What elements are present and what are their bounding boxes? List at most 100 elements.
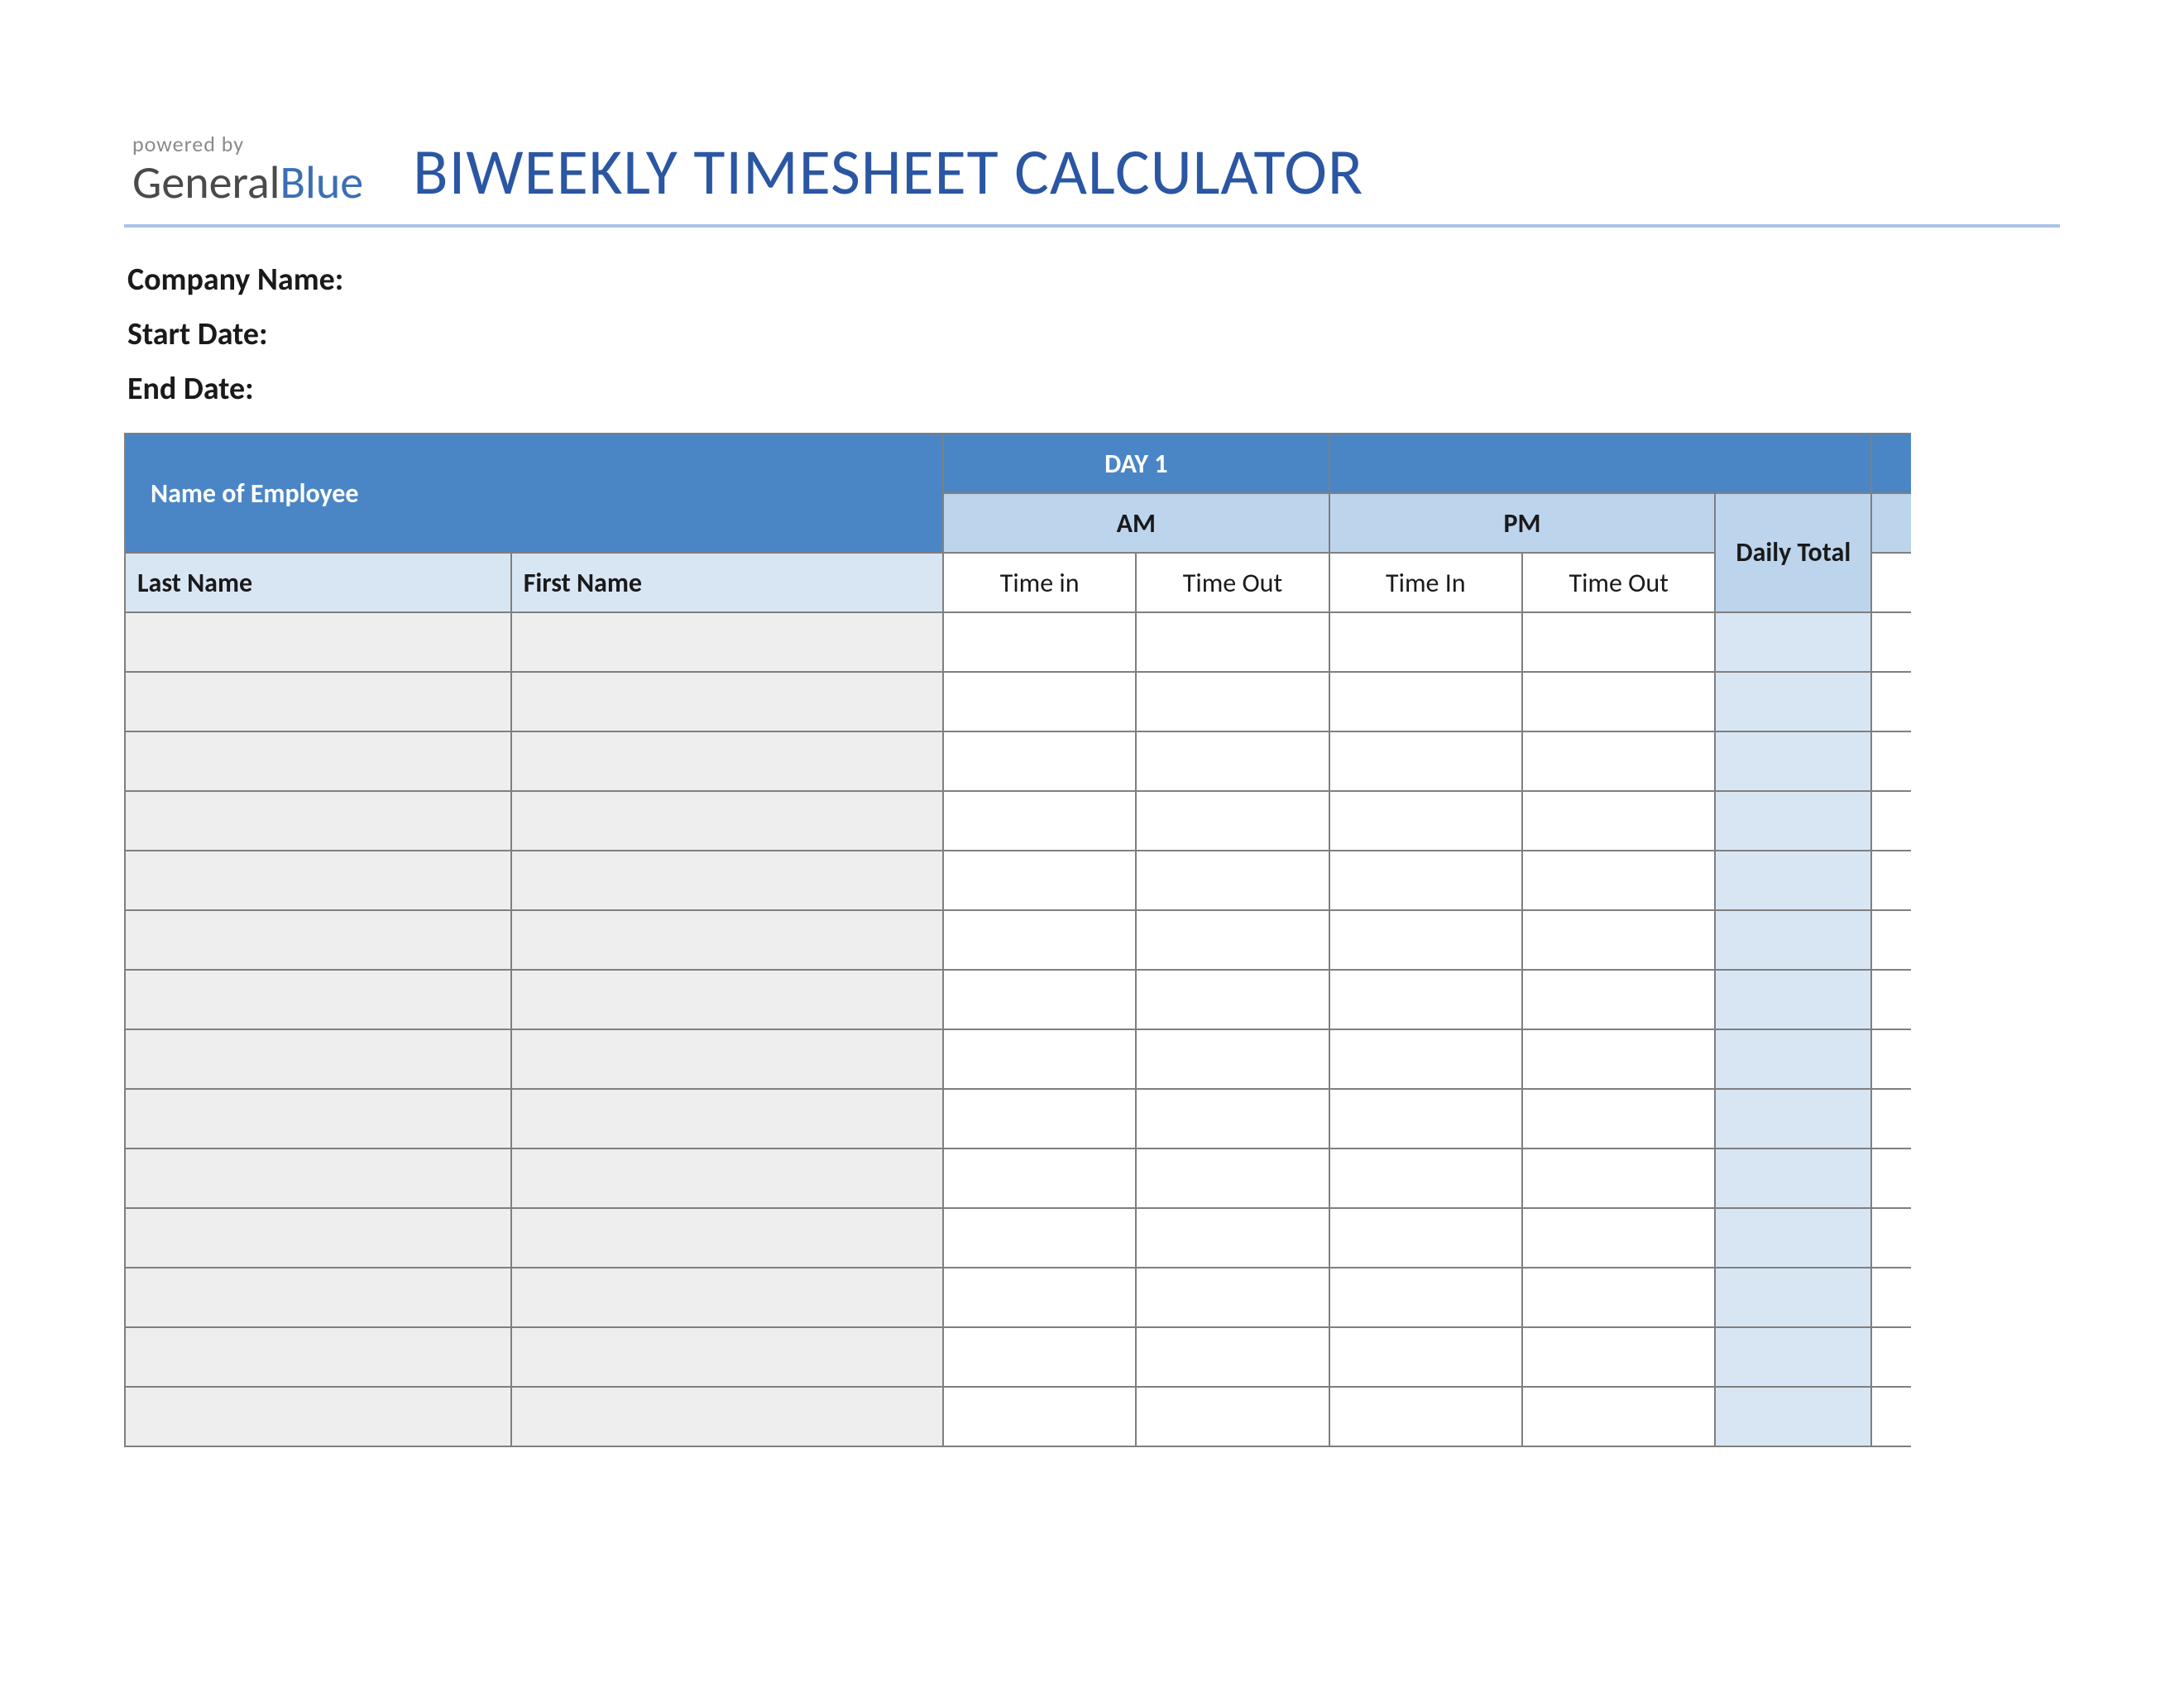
last-name-cell[interactable] bbox=[125, 791, 511, 851]
last-name-cell[interactable] bbox=[125, 1208, 511, 1268]
last-name-cell[interactable] bbox=[125, 910, 511, 970]
pm-time-out-cell[interactable] bbox=[1522, 791, 1715, 851]
pm-time-in-cell[interactable] bbox=[1329, 672, 1522, 731]
am2-time-in-cell[interactable] bbox=[1871, 612, 1911, 672]
last-name-cell[interactable] bbox=[125, 672, 511, 731]
last-name-cell[interactable] bbox=[125, 1029, 511, 1089]
pm-time-in-cell[interactable] bbox=[1329, 791, 1522, 851]
am-time-out-cell[interactable] bbox=[1136, 1268, 1329, 1327]
am-time-in-cell[interactable] bbox=[943, 731, 1136, 791]
pm-time-in-cell[interactable] bbox=[1329, 910, 1522, 970]
daily-total-cell[interactable] bbox=[1715, 851, 1871, 910]
am-time-out-cell[interactable] bbox=[1136, 851, 1329, 910]
pm-time-out-cell[interactable] bbox=[1522, 1387, 1715, 1446]
first-name-cell[interactable] bbox=[511, 791, 943, 851]
first-name-cell[interactable] bbox=[511, 851, 943, 910]
am-time-out-cell[interactable] bbox=[1136, 1149, 1329, 1208]
pm-time-out-cell[interactable] bbox=[1522, 851, 1715, 910]
am-time-out-cell[interactable] bbox=[1136, 731, 1329, 791]
pm-time-in-cell[interactable] bbox=[1329, 731, 1522, 791]
am2-time-in-cell[interactable] bbox=[1871, 1387, 1911, 1446]
pm-time-out-cell[interactable] bbox=[1522, 1268, 1715, 1327]
am-time-out-cell[interactable] bbox=[1136, 1029, 1329, 1089]
pm-time-out-cell[interactable] bbox=[1522, 1149, 1715, 1208]
pm-time-in-cell[interactable] bbox=[1329, 1149, 1522, 1208]
first-name-cell[interactable] bbox=[511, 672, 943, 731]
am2-time-in-cell[interactable] bbox=[1871, 851, 1911, 910]
am2-time-in-cell[interactable] bbox=[1871, 1327, 1911, 1387]
am-time-in-cell[interactable] bbox=[943, 1149, 1136, 1208]
daily-total-cell[interactable] bbox=[1715, 1149, 1871, 1208]
am2-time-in-cell[interactable] bbox=[1871, 1029, 1911, 1089]
pm-time-out-cell[interactable] bbox=[1522, 731, 1715, 791]
pm-time-out-cell[interactable] bbox=[1522, 672, 1715, 731]
first-name-cell[interactable] bbox=[511, 1387, 943, 1446]
daily-total-cell[interactable] bbox=[1715, 1327, 1871, 1387]
daily-total-cell[interactable] bbox=[1715, 1268, 1871, 1327]
am2-time-in-cell[interactable] bbox=[1871, 1149, 1911, 1208]
daily-total-cell[interactable] bbox=[1715, 1089, 1871, 1149]
daily-total-cell[interactable] bbox=[1715, 1029, 1871, 1089]
last-name-cell[interactable] bbox=[125, 1149, 511, 1208]
first-name-cell[interactable] bbox=[511, 910, 943, 970]
pm-time-in-cell[interactable] bbox=[1329, 1387, 1522, 1446]
am2-time-in-cell[interactable] bbox=[1871, 791, 1911, 851]
first-name-cell[interactable] bbox=[511, 970, 943, 1029]
daily-total-cell[interactable] bbox=[1715, 910, 1871, 970]
am2-time-in-cell[interactable] bbox=[1871, 1268, 1911, 1327]
last-name-cell[interactable] bbox=[125, 1387, 511, 1446]
am-time-in-cell[interactable] bbox=[943, 1208, 1136, 1268]
am-time-out-cell[interactable] bbox=[1136, 1387, 1329, 1446]
daily-total-cell[interactable] bbox=[1715, 1387, 1871, 1446]
daily-total-cell[interactable] bbox=[1715, 1208, 1871, 1268]
am-time-in-cell[interactable] bbox=[943, 672, 1136, 731]
pm-time-in-cell[interactable] bbox=[1329, 1327, 1522, 1387]
am-time-out-cell[interactable] bbox=[1136, 970, 1329, 1029]
daily-total-cell[interactable] bbox=[1715, 612, 1871, 672]
am-time-in-cell[interactable] bbox=[943, 791, 1136, 851]
am2-time-in-cell[interactable] bbox=[1871, 1208, 1911, 1268]
pm-time-in-cell[interactable] bbox=[1329, 612, 1522, 672]
am2-time-in-cell[interactable] bbox=[1871, 672, 1911, 731]
pm-time-out-cell[interactable] bbox=[1522, 970, 1715, 1029]
last-name-cell[interactable] bbox=[125, 970, 511, 1029]
pm-time-in-cell[interactable] bbox=[1329, 970, 1522, 1029]
am-time-in-cell[interactable] bbox=[943, 1387, 1136, 1446]
am-time-in-cell[interactable] bbox=[943, 851, 1136, 910]
am-time-in-cell[interactable] bbox=[943, 1029, 1136, 1089]
daily-total-cell[interactable] bbox=[1715, 731, 1871, 791]
pm-time-out-cell[interactable] bbox=[1522, 1327, 1715, 1387]
first-name-cell[interactable] bbox=[511, 731, 943, 791]
pm-time-in-cell[interactable] bbox=[1329, 851, 1522, 910]
am-time-in-cell[interactable] bbox=[943, 910, 1136, 970]
first-name-cell[interactable] bbox=[511, 1029, 943, 1089]
pm-time-in-cell[interactable] bbox=[1329, 1208, 1522, 1268]
am-time-in-cell[interactable] bbox=[943, 970, 1136, 1029]
first-name-cell[interactable] bbox=[511, 1268, 943, 1327]
pm-time-out-cell[interactable] bbox=[1522, 1089, 1715, 1149]
am-time-out-cell[interactable] bbox=[1136, 791, 1329, 851]
last-name-cell[interactable] bbox=[125, 612, 511, 672]
pm-time-in-cell[interactable] bbox=[1329, 1268, 1522, 1327]
am2-time-in-cell[interactable] bbox=[1871, 731, 1911, 791]
am2-time-in-cell[interactable] bbox=[1871, 910, 1911, 970]
am-time-out-cell[interactable] bbox=[1136, 910, 1329, 970]
am2-time-in-cell[interactable] bbox=[1871, 1089, 1911, 1149]
pm-time-in-cell[interactable] bbox=[1329, 1089, 1522, 1149]
am-time-out-cell[interactable] bbox=[1136, 1089, 1329, 1149]
pm-time-out-cell[interactable] bbox=[1522, 910, 1715, 970]
am-time-in-cell[interactable] bbox=[943, 1327, 1136, 1387]
last-name-cell[interactable] bbox=[125, 731, 511, 791]
pm-time-in-cell[interactable] bbox=[1329, 1029, 1522, 1089]
am-time-out-cell[interactable] bbox=[1136, 1208, 1329, 1268]
last-name-cell[interactable] bbox=[125, 851, 511, 910]
am-time-in-cell[interactable] bbox=[943, 612, 1136, 672]
am-time-in-cell[interactable] bbox=[943, 1268, 1136, 1327]
pm-time-out-cell[interactable] bbox=[1522, 612, 1715, 672]
first-name-cell[interactable] bbox=[511, 1208, 943, 1268]
pm-time-out-cell[interactable] bbox=[1522, 1208, 1715, 1268]
last-name-cell[interactable] bbox=[125, 1327, 511, 1387]
first-name-cell[interactable] bbox=[511, 1089, 943, 1149]
daily-total-cell[interactable] bbox=[1715, 672, 1871, 731]
am-time-out-cell[interactable] bbox=[1136, 612, 1329, 672]
